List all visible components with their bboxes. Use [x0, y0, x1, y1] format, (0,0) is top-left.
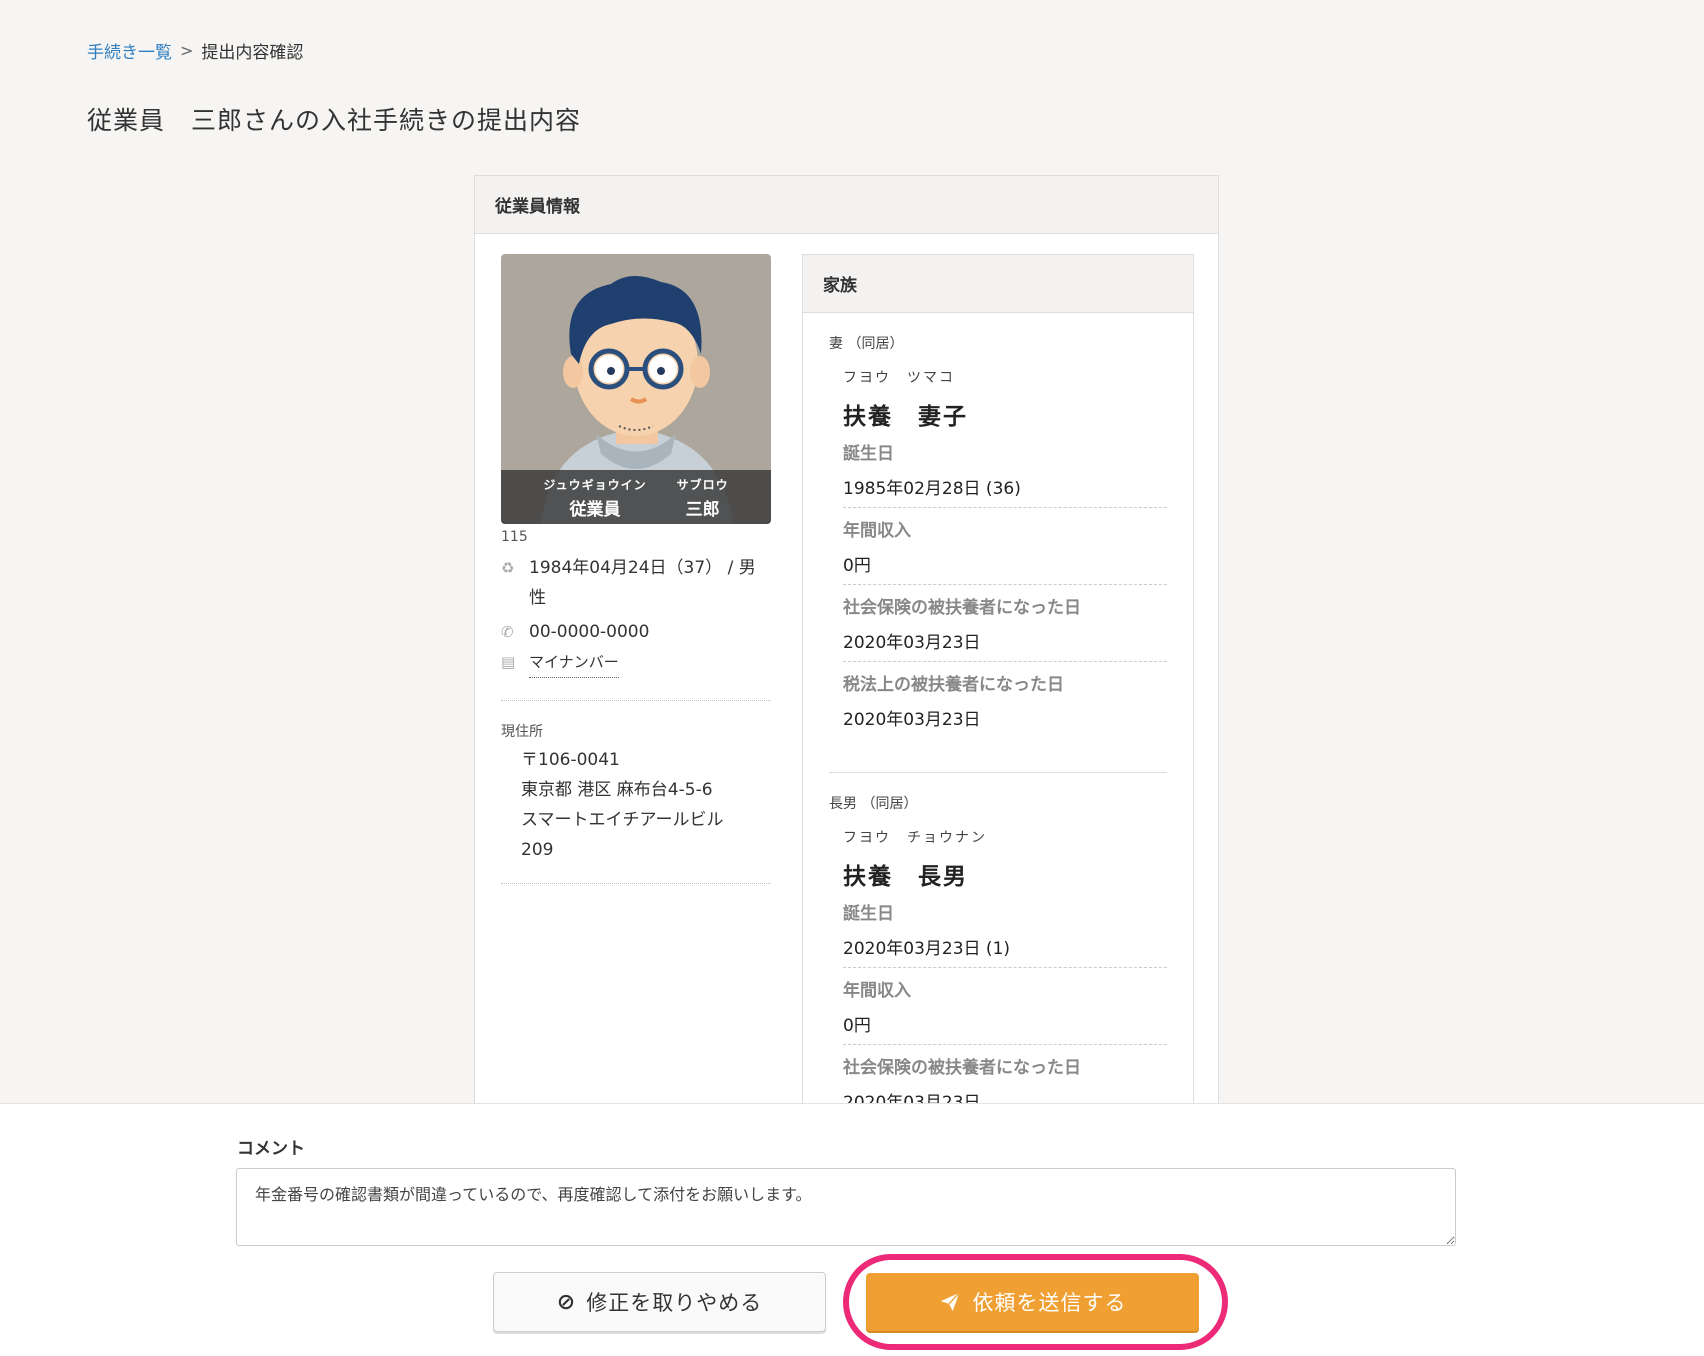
address-label: 現住所	[501, 724, 543, 740]
divider	[501, 700, 771, 701]
cake-icon: ♻	[501, 559, 515, 577]
employee-info-card: 従業員情報 ジュウギョウイン 従業員 サブロウ 三郎 115 ♻ 1984年04…	[474, 175, 1219, 1105]
member-field: 誕生日 2020年03月23日 (1)	[843, 891, 1167, 968]
member-relation: 長男 （同居）	[829, 796, 918, 812]
comment-textarea[interactable]: 年金番号の確認書類が間違っているので、再度確認して添付をお願いします。	[236, 1168, 1456, 1246]
member-field: 社会保険の被扶養者になった日 2020年03月23日	[843, 1045, 1167, 1104]
address-line1: 東京都 港区 麻布台4-5-6	[521, 780, 713, 800]
send-request-button[interactable]: 依頼を送信する	[866, 1273, 1199, 1331]
family-panel: 家族 妻 （同居） フヨウ ツマコ 扶養 妻子 誕生日 1985年02月28日 …	[802, 254, 1194, 1104]
phone-info: ✆ 00-0000-0000	[501, 617, 771, 647]
birth-info: ♻ 1984年04月24日（37） / 男性	[501, 553, 771, 613]
member-relation: 妻 （同居）	[829, 336, 904, 352]
avatar-kana-last: ジュウギョウイン	[543, 478, 647, 492]
address: 〒106-0041 東京都 港区 麻布台4-5-6 スマートエイチアールビル 2…	[501, 745, 771, 865]
member-field: 税法上の被扶養者になった日 2020年03月23日	[843, 662, 1167, 738]
member-kana: フヨウ ツマコ	[843, 370, 955, 386]
member-field: 社会保険の被扶養者になった日 2020年03月23日	[843, 585, 1167, 662]
member-name: 扶養 妻子	[843, 404, 968, 430]
member-kana: フヨウ チョウナン	[843, 830, 987, 846]
employee-avatar: ジュウギョウイン 従業員 サブロウ 三郎	[501, 254, 771, 524]
avatar-name-band: ジュウギョウイン 従業員 サブロウ 三郎	[501, 470, 771, 524]
field-label: 誕生日	[843, 444, 894, 464]
family-member: 妻 （同居） フヨウ ツマコ 扶養 妻子 誕生日 1985年02月28日 (36…	[803, 313, 1193, 738]
id-card-icon: ▤	[501, 653, 516, 671]
send-button-label: 依頼を送信する	[972, 1291, 1127, 1315]
divider	[501, 883, 771, 884]
address-postal: 〒106-0041	[521, 750, 620, 770]
employee-info-header: 従業員情報	[475, 176, 1218, 234]
breadcrumb-separator: >	[180, 41, 194, 60]
mynumber-link[interactable]: マイナンバー	[529, 647, 619, 678]
avatar-kana-first: サブロウ	[676, 478, 729, 492]
cancel-revision-button[interactable]: ⊘ 修正を取りやめる	[493, 1272, 826, 1332]
avatar-name-first: 三郎	[685, 500, 720, 520]
field-value: 1985年02月28日 (36)	[843, 479, 1021, 499]
prohibited-icon: ⊘	[556, 1289, 577, 1315]
avatar-name-last: 従業員	[569, 500, 621, 520]
family-header: 家族	[803, 255, 1193, 313]
breadcrumb: 手続き一覧 > 提出内容確認	[87, 38, 303, 63]
mynumber-info: ▤ マイナンバー	[501, 647, 771, 678]
field-label: 年間収入	[843, 981, 911, 1001]
comment-action-bar: コメント 年金番号の確認書類が間違っているので、再度確認して添付をお願いします。…	[0, 1103, 1704, 1356]
member-field: 年間収入 0円	[843, 508, 1167, 585]
address-line2: スマートエイチアールビル	[521, 810, 724, 830]
member-field: 誕生日 1985年02月28日 (36)	[843, 431, 1167, 508]
employee-number: 115	[501, 529, 528, 545]
phone-icon: ✆	[501, 623, 514, 641]
employee-profile: ジュウギョウイン 従業員 サブロウ 三郎 115 ♻ 1984年04月24日（3…	[501, 254, 771, 884]
field-label: 税法上の被扶養者になった日	[843, 675, 1064, 695]
paper-plane-icon	[940, 1292, 960, 1312]
field-label: 社会保険の被扶養者になった日	[843, 1058, 1081, 1078]
field-label: 社会保険の被扶養者になった日	[843, 598, 1081, 618]
breadcrumb-link-procedures[interactable]: 手続き一覧	[87, 38, 172, 63]
birth-text: 1984年04月24日（37） / 男性	[529, 558, 756, 608]
field-value: 2020年03月23日 (1)	[843, 939, 1011, 959]
field-value: 0円	[843, 556, 871, 576]
field-value: 2020年03月23日	[843, 710, 981, 730]
cancel-button-label: 修正を取りやめる	[586, 1291, 763, 1315]
breadcrumb-current: 提出内容確認	[201, 43, 304, 63]
address-line3: 209	[521, 840, 554, 860]
page-title: 従業員 三郎さんの入社手続きの提出内容	[87, 106, 582, 135]
phone-number: 00-0000-0000	[529, 622, 650, 642]
family-member: 長男 （同居） フヨウ チョウナン 扶養 長男 誕生日 2020年03月23日 …	[803, 773, 1193, 1104]
field-label: 年間収入	[843, 521, 911, 541]
field-value: 0円	[843, 1016, 871, 1036]
member-name: 扶養 長男	[843, 864, 968, 890]
field-value: 2020年03月23日	[843, 633, 981, 653]
comment-label: コメント	[237, 1139, 305, 1159]
member-field: 年間収入 0円	[843, 968, 1167, 1045]
field-label: 誕生日	[843, 904, 894, 924]
